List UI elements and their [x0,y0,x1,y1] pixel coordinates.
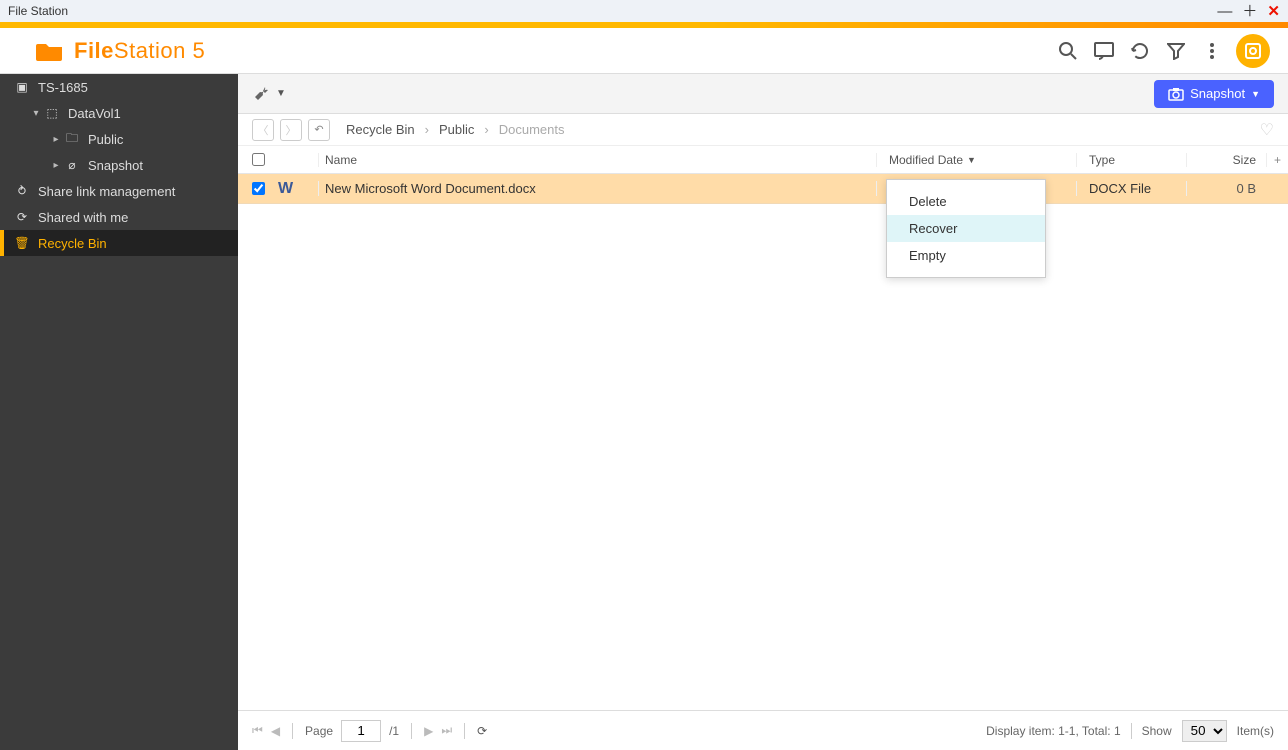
table-header: Name Modified Date ▼ Type Size + [238,146,1288,174]
tools-menu[interactable]: ▼ [252,85,286,103]
camera-icon: ⌀ [64,158,80,172]
pager: ⏮ ◀ Page /1 ▶ ⏭ ⟳ [252,720,487,742]
app-header: FileStation 5 [0,28,1288,74]
sidebar-datavol-label: DataVol1 [68,106,121,121]
sidebar: ▣ TS-1685 ▾ ⬚ DataVol1 ▸ 🗀 Public ▸ ⌀ Sn… [0,74,238,750]
breadcrumb-0[interactable]: Recycle Bin [346,122,415,137]
nav-up-button[interactable]: ↶ [308,119,330,141]
sidebar-recyclebin-label: Recycle Bin [38,236,107,251]
row-name: New Microsoft Word Document.docx [318,181,876,196]
cast-icon[interactable] [1086,33,1122,69]
breadcrumb-row: 〈 〉 ↶ Recycle Bin › Public › Documents ♡ [238,114,1288,146]
sort-desc-icon: ▼ [967,155,976,165]
refresh-icon[interactable] [1122,33,1158,69]
sidebar-snapshot-label: Snapshot [88,158,143,173]
ctx-delete[interactable]: Delete [887,188,1045,215]
titlebar: File Station — ＋ ✕ [0,0,1288,22]
toolbar: ▼ Snapshot ▼ [238,74,1288,114]
table-row[interactable]: W New Microsoft Word Document.docx 2022/… [238,174,1288,204]
refresh-button[interactable]: ⟳ [477,724,487,738]
word-file-icon: W [278,180,293,197]
sidebar-sharelink-label: Share link management [38,184,175,199]
display-info: Display item: 1-1, Total: 1 [986,724,1121,738]
sidebar-public[interactable]: ▸ 🗀 Public [0,126,238,152]
camera-icon [1168,87,1184,101]
items-label: Item(s) [1237,724,1274,738]
collapse-icon: ▾ [30,108,42,119]
breadcrumb-1[interactable]: Public [439,122,474,137]
sidebar-root-label: TS-1685 [38,80,88,95]
brand-badge-icon[interactable] [1236,34,1270,68]
items-per-page-select[interactable]: 50 [1182,720,1227,742]
sidebar-root[interactable]: ▣ TS-1685 [0,74,238,100]
app-logo-text: FileStation 5 [74,38,205,64]
search-icon[interactable] [1050,33,1086,69]
row-type: DOCX File [1076,181,1186,196]
trash-icon: ▣ [14,80,30,94]
window-title: File Station [8,4,68,18]
bin-icon: 🗑 [14,236,30,250]
prev-page-button[interactable]: ◀ [271,724,280,738]
show-label: Show [1142,724,1172,738]
col-name[interactable]: Name [318,153,876,167]
row-size: 0 B [1186,181,1266,196]
ctx-empty[interactable]: Empty [887,242,1045,269]
sync-icon: ⟳ [14,210,30,224]
sidebar-sharelink[interactable]: ⥁ Share link management [0,178,238,204]
sidebar-sharedwithme-label: Shared with me [38,210,128,225]
total-pages: /1 [389,724,399,738]
close-button[interactable]: ✕ [1267,4,1280,19]
page-input[interactable] [341,720,381,742]
file-list: W New Microsoft Word Document.docx 2022/… [238,174,1288,710]
select-all-checkbox[interactable] [252,153,265,166]
add-column-button[interactable]: + [1266,153,1288,167]
breadcrumb-2: Documents [499,122,565,137]
nav-back-button[interactable]: 〈 [252,119,274,141]
wrench-icon [252,85,270,103]
folder-icon: 🗀 [64,129,80,150]
nav-forward-button[interactable]: 〉 [280,119,302,141]
folder-icon [36,40,64,62]
breadcrumb: Recycle Bin › Public › Documents [346,122,565,137]
snapshot-label: Snapshot [1190,86,1245,101]
sidebar-datavol[interactable]: ▾ ⬚ DataVol1 [0,100,238,126]
favorite-icon[interactable]: ♡ [1260,120,1274,140]
col-type[interactable]: Type [1076,153,1186,167]
sidebar-sharedwithme[interactable]: ⟳ Shared with me [0,204,238,230]
drive-icon: ⬚ [44,106,60,120]
sidebar-public-label: Public [88,132,123,147]
col-date[interactable]: Modified Date ▼ [876,153,1076,167]
main-panel: ▼ Snapshot ▼ 〈 〉 ↶ Recycle Bin › Public … [238,74,1288,750]
expand-icon: ▸ [50,160,62,171]
last-page-button[interactable]: ⏭ [441,723,452,738]
statusbar: ⏮ ◀ Page /1 ▶ ⏭ ⟳ Display item: 1-1, Tot… [238,710,1288,750]
expand-icon: ▸ [50,134,62,145]
snapshot-button[interactable]: Snapshot ▼ [1154,80,1274,108]
minimize-button[interactable]: — [1217,4,1232,19]
more-icon[interactable] [1194,33,1230,69]
filter-icon[interactable] [1158,33,1194,69]
share-icon: ⥁ [14,184,30,198]
context-menu: Delete Recover Empty [886,179,1046,278]
next-page-button[interactable]: ▶ [424,724,433,738]
maximize-button[interactable]: ＋ [1242,4,1257,19]
ctx-recover[interactable]: Recover [887,215,1045,242]
first-page-button[interactable]: ⏮ [252,723,263,738]
row-checkbox[interactable] [252,182,265,195]
sidebar-snapshot[interactable]: ▸ ⌀ Snapshot [0,152,238,178]
col-size[interactable]: Size [1186,153,1266,167]
page-label: Page [305,724,333,738]
sidebar-recyclebin[interactable]: 🗑 Recycle Bin [0,230,238,256]
